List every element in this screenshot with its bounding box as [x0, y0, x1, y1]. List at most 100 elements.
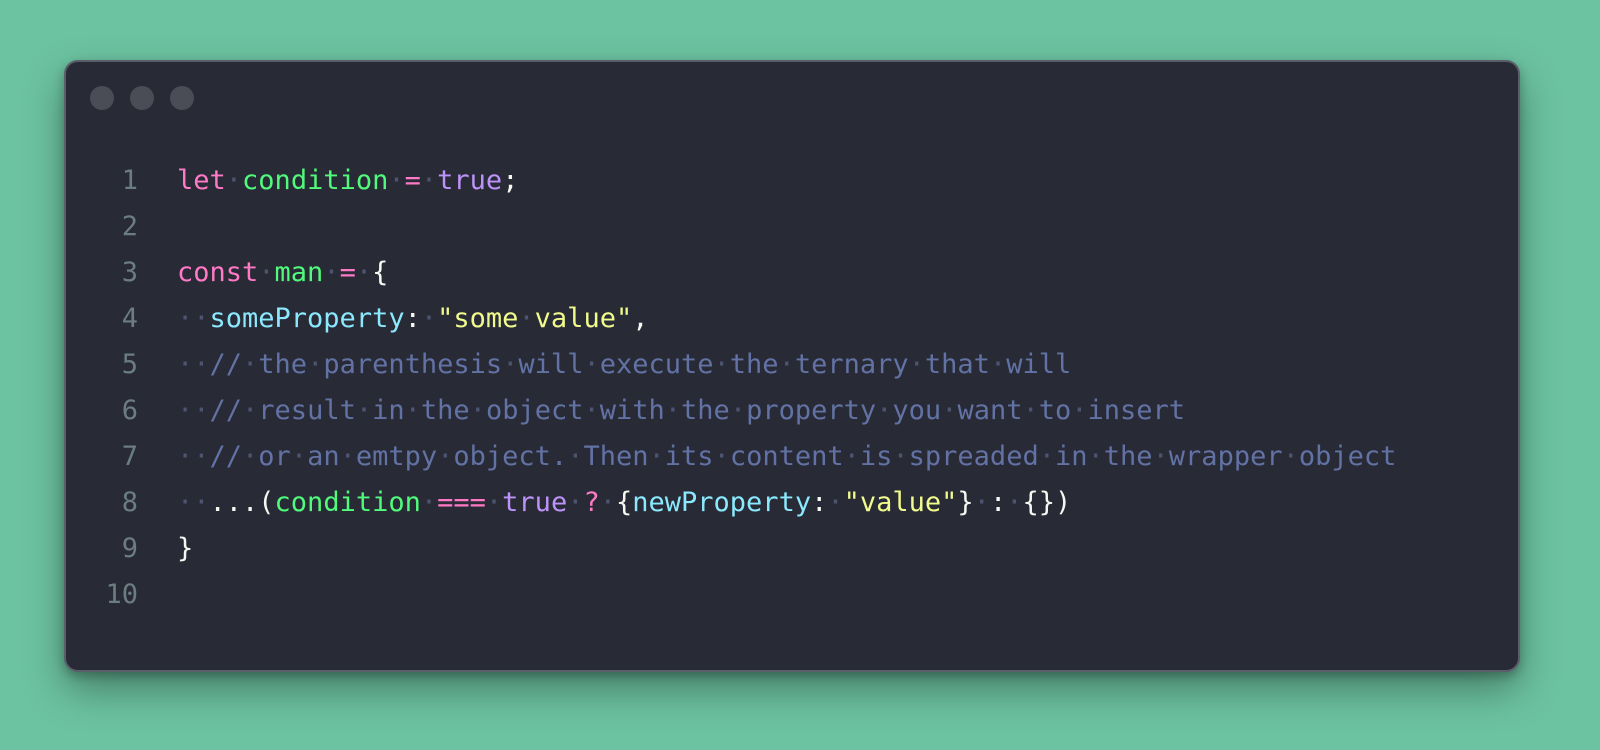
whitespace-marker: ·: [388, 165, 405, 196]
line-number: 2: [121, 211, 138, 242]
whitespace-marker: ·: [355, 395, 373, 426]
whitespace-marker: ·: [307, 349, 324, 380]
maximize-dot-icon[interactable]: [170, 86, 194, 110]
line-content: const·man·=·{: [177, 250, 388, 296]
whitespace-marker: ·: [1152, 441, 1169, 472]
whitespace-marker: ·: [242, 349, 259, 380]
whitespace-marker: ·: [242, 441, 259, 472]
whitespace-marker: ·: [583, 349, 600, 380]
code-token: man: [274, 257, 324, 288]
whitespace-marker: ·: [502, 349, 519, 380]
code-token: with: [599, 395, 665, 426]
code-token: }: [957, 487, 974, 518]
code-token: someProperty: [209, 303, 405, 334]
whitespace-marker: ·: [648, 441, 665, 472]
whitespace-marker: ·: [843, 441, 860, 472]
code-token: ;: [502, 165, 519, 196]
whitespace-marker: ·: [567, 487, 584, 518]
code-token: object: [485, 395, 584, 426]
whitespace-marker: ·: [973, 487, 990, 518]
code-token: newProperty: [632, 487, 812, 518]
line-content: let·condition·=·true;: [177, 158, 518, 204]
line-content: }: [177, 526, 193, 572]
line-number: 3: [121, 257, 138, 288]
whitespace-marker: ·: [778, 349, 795, 380]
code-token: ?: [583, 487, 600, 518]
code-token: spreaded: [908, 441, 1039, 472]
line-number: 5: [121, 349, 138, 380]
code-token: ===: [437, 487, 486, 518]
code-token: the: [420, 395, 470, 426]
code-token: in: [1054, 441, 1088, 472]
code-token: true: [502, 487, 568, 518]
code-token: :: [404, 303, 421, 334]
close-dot-icon[interactable]: [90, 86, 114, 110]
whitespace-marker: ·: [485, 487, 503, 518]
line-number: 1: [121, 165, 138, 196]
code-token: ...(: [209, 487, 275, 518]
code-token: wrapper: [1168, 441, 1283, 472]
whitespace-marker: ·: [599, 487, 616, 518]
code-token: =: [339, 257, 356, 288]
code-token: want: [957, 395, 1023, 426]
code-token: the: [681, 395, 730, 426]
whitespace-marker: ·: [1006, 487, 1023, 518]
code-token: property: [746, 395, 877, 426]
whitespace-marker: ·: [941, 395, 958, 426]
code-token: {}): [1022, 487, 1072, 518]
code-token: //: [209, 441, 243, 472]
whitespace-marker: ··: [177, 349, 210, 380]
code-token: to: [1038, 395, 1072, 426]
whitespace-marker: ·: [339, 441, 356, 472]
whitespace-marker: ·: [1087, 441, 1104, 472]
code-token: object.: [453, 441, 568, 472]
whitespace-marker: ·: [258, 257, 275, 288]
code-token: "some: [437, 303, 519, 334]
code-token: or: [258, 441, 291, 472]
code-token: result: [258, 395, 356, 426]
whitespace-marker: ·: [1282, 441, 1299, 472]
code-token: in: [372, 395, 405, 426]
code-token: an: [307, 441, 340, 472]
line-content: ··//·the·parenthesis·will·execute·the·te…: [177, 342, 1071, 388]
line-number: 9: [121, 533, 138, 564]
code-token: the: [258, 349, 308, 380]
whitespace-marker: ·: [1038, 441, 1055, 472]
code-token: Then: [583, 441, 649, 472]
code-token: {: [372, 257, 389, 288]
whitespace-marker: ·: [989, 349, 1007, 380]
window-controls: [90, 86, 194, 110]
line-content: ··...(condition·===·true·?·{newProperty:…: [177, 480, 1071, 526]
whitespace-marker: ·: [729, 395, 747, 426]
whitespace-marker: ·: [225, 165, 243, 196]
whitespace-marker: ·: [827, 487, 844, 518]
code-token: will: [1006, 349, 1072, 380]
whitespace-marker: ··: [177, 395, 210, 426]
line-content: ··someProperty:·"some·value",: [177, 296, 648, 342]
code-token: =: [404, 165, 421, 196]
code-token: value": [534, 303, 633, 334]
code-token: condition: [274, 487, 421, 518]
code-token: "value": [843, 487, 958, 518]
whitespace-marker: ·: [892, 441, 909, 472]
whitespace-marker: ·: [713, 441, 730, 472]
code-token: :: [989, 487, 1007, 518]
whitespace-marker: ·: [583, 395, 600, 426]
code-token: true: [437, 165, 503, 196]
whitespace-marker: ·: [420, 303, 438, 334]
code-token: object: [1298, 441, 1397, 472]
code-token: const: [177, 257, 259, 288]
line-number: 7: [121, 441, 138, 472]
whitespace-marker: ·: [420, 165, 438, 196]
code-token: let: [177, 165, 226, 196]
code-token: emtpy: [355, 441, 438, 472]
code-token: is: [859, 441, 893, 472]
code-token: the: [729, 349, 779, 380]
code-token: you: [892, 395, 942, 426]
code-token: //: [209, 395, 243, 426]
code-token: the: [1103, 441, 1153, 472]
minimize-dot-icon[interactable]: [130, 86, 154, 110]
whitespace-marker: ··: [177, 441, 210, 472]
line-content: ··//·result·in·the·object·with·the·prope…: [177, 388, 1185, 434]
whitespace-marker: ·: [876, 395, 893, 426]
